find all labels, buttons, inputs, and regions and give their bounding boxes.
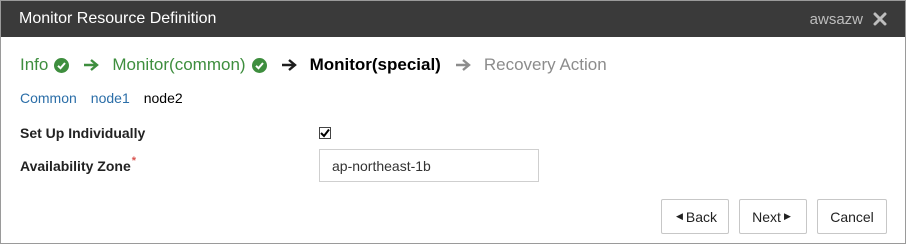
- dialog-title: Monitor Resource Definition: [19, 10, 217, 27]
- arrow-right-icon: [455, 58, 471, 72]
- check-circle-icon: [251, 57, 267, 73]
- next-button-label: Next: [752, 208, 781, 225]
- step-monitor-special-label: Monitor(special): [309, 55, 441, 74]
- arrow-right-icon: [83, 58, 100, 72]
- back-button-label: Back: [685, 208, 718, 225]
- step-info: Info: [20, 55, 70, 75]
- step-monitor-common: Monitor(common): [112, 55, 267, 75]
- step-monitor-special: Monitor(special): [310, 55, 441, 75]
- step-info-label: Info: [20, 55, 49, 74]
- cancel-button[interactable]: Cancel: [817, 199, 887, 234]
- wizard-steps: Info Monitor(common) Monitor(special) Re…: [20, 55, 607, 75]
- triangle-right-icon: ▶: [783, 211, 791, 221]
- arrow-right-icon: [281, 58, 297, 72]
- availability-zone-input[interactable]: ap-northeast-1b: [319, 149, 539, 182]
- back-button[interactable]: ◀ Back: [661, 199, 729, 234]
- availability-zone-row: Availability Zone* ap-northeast-1b: [20, 149, 539, 182]
- setup-individually-row: Set Up Individually: [20, 125, 331, 141]
- availability-zone-label: Availability Zone*: [20, 154, 319, 174]
- cancel-button-label: Cancel: [830, 208, 874, 225]
- resource-name: awsazw: [809, 10, 863, 28]
- setup-individually-label: Set Up Individually: [20, 125, 146, 141]
- required-marker: *: [131, 154, 137, 167]
- availability-zone-label-text: Availability Zone: [20, 157, 131, 174]
- setup-individually-checkbox[interactable]: [319, 127, 331, 139]
- titlebar-right: awsazw: [810, 11, 887, 28]
- dialog-titlebar: Monitor Resource Definition awsazw: [1, 1, 905, 37]
- step-recovery-action: Recovery Action: [484, 55, 607, 75]
- monitor-resource-dialog: Monitor Resource Definition awsazw Info …: [0, 0, 906, 244]
- check-circle-icon: [54, 57, 70, 73]
- triangle-left-icon: ◀: [675, 211, 683, 221]
- server-tabs: Common node1 node2: [20, 90, 183, 106]
- tab-common[interactable]: Common: [20, 90, 77, 106]
- close-icon[interactable]: [873, 12, 887, 26]
- tab-node1[interactable]: node1: [91, 90, 130, 106]
- step-monitor-common-label: Monitor(common): [112, 55, 246, 74]
- checkmark-icon: [320, 128, 330, 138]
- tab-node2[interactable]: node2: [144, 90, 183, 106]
- wizard-buttons: ◀ Back Next ▶ Cancel: [661, 199, 887, 234]
- next-button[interactable]: Next ▶: [739, 199, 807, 234]
- step-recovery-action-label: Recovery Action: [483, 55, 607, 74]
